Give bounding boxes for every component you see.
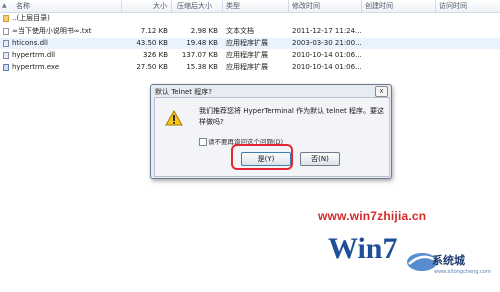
file-modified: 2010-10-14 01:06... — [292, 63, 362, 71]
file-size: 43.50 KB — [136, 39, 168, 47]
column-header-created[interactable]: 创建时间 — [362, 0, 436, 12]
file-row[interactable]: hticons.dll 43.50 KB 19.48 KB 应用程序扩展 200… — [0, 38, 500, 49]
logo-text: Win7 — [328, 232, 397, 264]
watermark-url: www.win7zhijia.cn — [318, 209, 427, 223]
column-header-accessed[interactable]: 访问时间 — [436, 0, 500, 12]
file-compressed-size: 2.98 KB — [190, 27, 218, 35]
column-header-size[interactable]: 大小 — [122, 0, 172, 12]
dll-file-icon — [3, 52, 9, 59]
dialog-message: 我们推荐您将 HyperTerminal 作为默认 telnet 程序。要这样做… — [199, 107, 385, 126]
file-size: 7.12 KB — [140, 27, 168, 35]
column-header-name-label: 名称 — [16, 2, 30, 10]
column-header-modified[interactable]: 修改时间 — [289, 0, 362, 12]
file-compressed-size: 137.07 KB — [181, 51, 218, 59]
file-name: hypertrm.dll — [12, 51, 56, 59]
file-type: 应用程序扩展 — [226, 63, 268, 71]
file-modified: 2003-03-30 21:00... — [292, 39, 362, 47]
column-header-name[interactable]: ▲ 名称 — [0, 0, 122, 12]
dialog-title: 默认 Telnet 程序? — [155, 88, 212, 96]
watermark-site-url: www.xitongcheng.com — [434, 269, 491, 275]
warning-icon — [165, 110, 183, 126]
file-name: hypertrm.exe — [12, 63, 60, 71]
dll-file-icon — [3, 40, 9, 47]
file-compressed-size: 19.48 KB — [186, 39, 218, 47]
file-type: 文本文档 — [226, 27, 254, 35]
highlight-annotation — [231, 144, 293, 170]
column-header-compressed[interactable]: 压缩后大小 — [172, 0, 223, 12]
folder-icon — [3, 15, 9, 22]
file-row[interactable]: ∞当下使用小说明书∞.txt 7.12 KB 2.98 KB 文本文档 2011… — [0, 26, 500, 37]
file-row[interactable]: hypertrm.dll 326 KB 137.07 KB 应用程序扩展 201… — [0, 50, 500, 61]
file-compressed-size: 15.38 KB — [186, 63, 218, 71]
close-icon[interactable]: x — [375, 86, 388, 97]
watermark-site-name: 系统城 — [432, 255, 465, 267]
dont-ask-again-checkbox[interactable] — [199, 138, 207, 146]
file-name: ∞当下使用小说明书∞.txt — [12, 27, 92, 35]
no-button[interactable]: 否(N) — [300, 152, 340, 166]
text-file-icon — [3, 28, 9, 35]
file-type: 应用程序扩展 — [226, 51, 268, 59]
file-size: 27.50 KB — [136, 63, 168, 71]
file-type: 应用程序扩展 — [226, 39, 268, 47]
exe-file-icon — [3, 64, 9, 71]
column-header-bar: ▲ 名称 大小 压缩后大小 类型 修改时间 创建时间 访问时间 — [0, 0, 500, 13]
file-row[interactable]: ..(上层目录) — [0, 13, 500, 24]
column-header-type[interactable]: 类型 — [223, 0, 289, 12]
file-name: ..(上层目录) — [12, 14, 50, 22]
file-name: hticons.dll — [12, 39, 48, 47]
file-size: 326 KB — [143, 51, 168, 59]
file-row[interactable]: hypertrm.exe 27.50 KB 15.38 KB 应用程序扩展 20… — [0, 62, 500, 73]
file-modified: 2010-10-14 01:06... — [292, 51, 362, 59]
sort-arrow-icon: ▲ — [2, 2, 7, 9]
file-modified: 2011-12-17 11:24... — [292, 27, 362, 35]
